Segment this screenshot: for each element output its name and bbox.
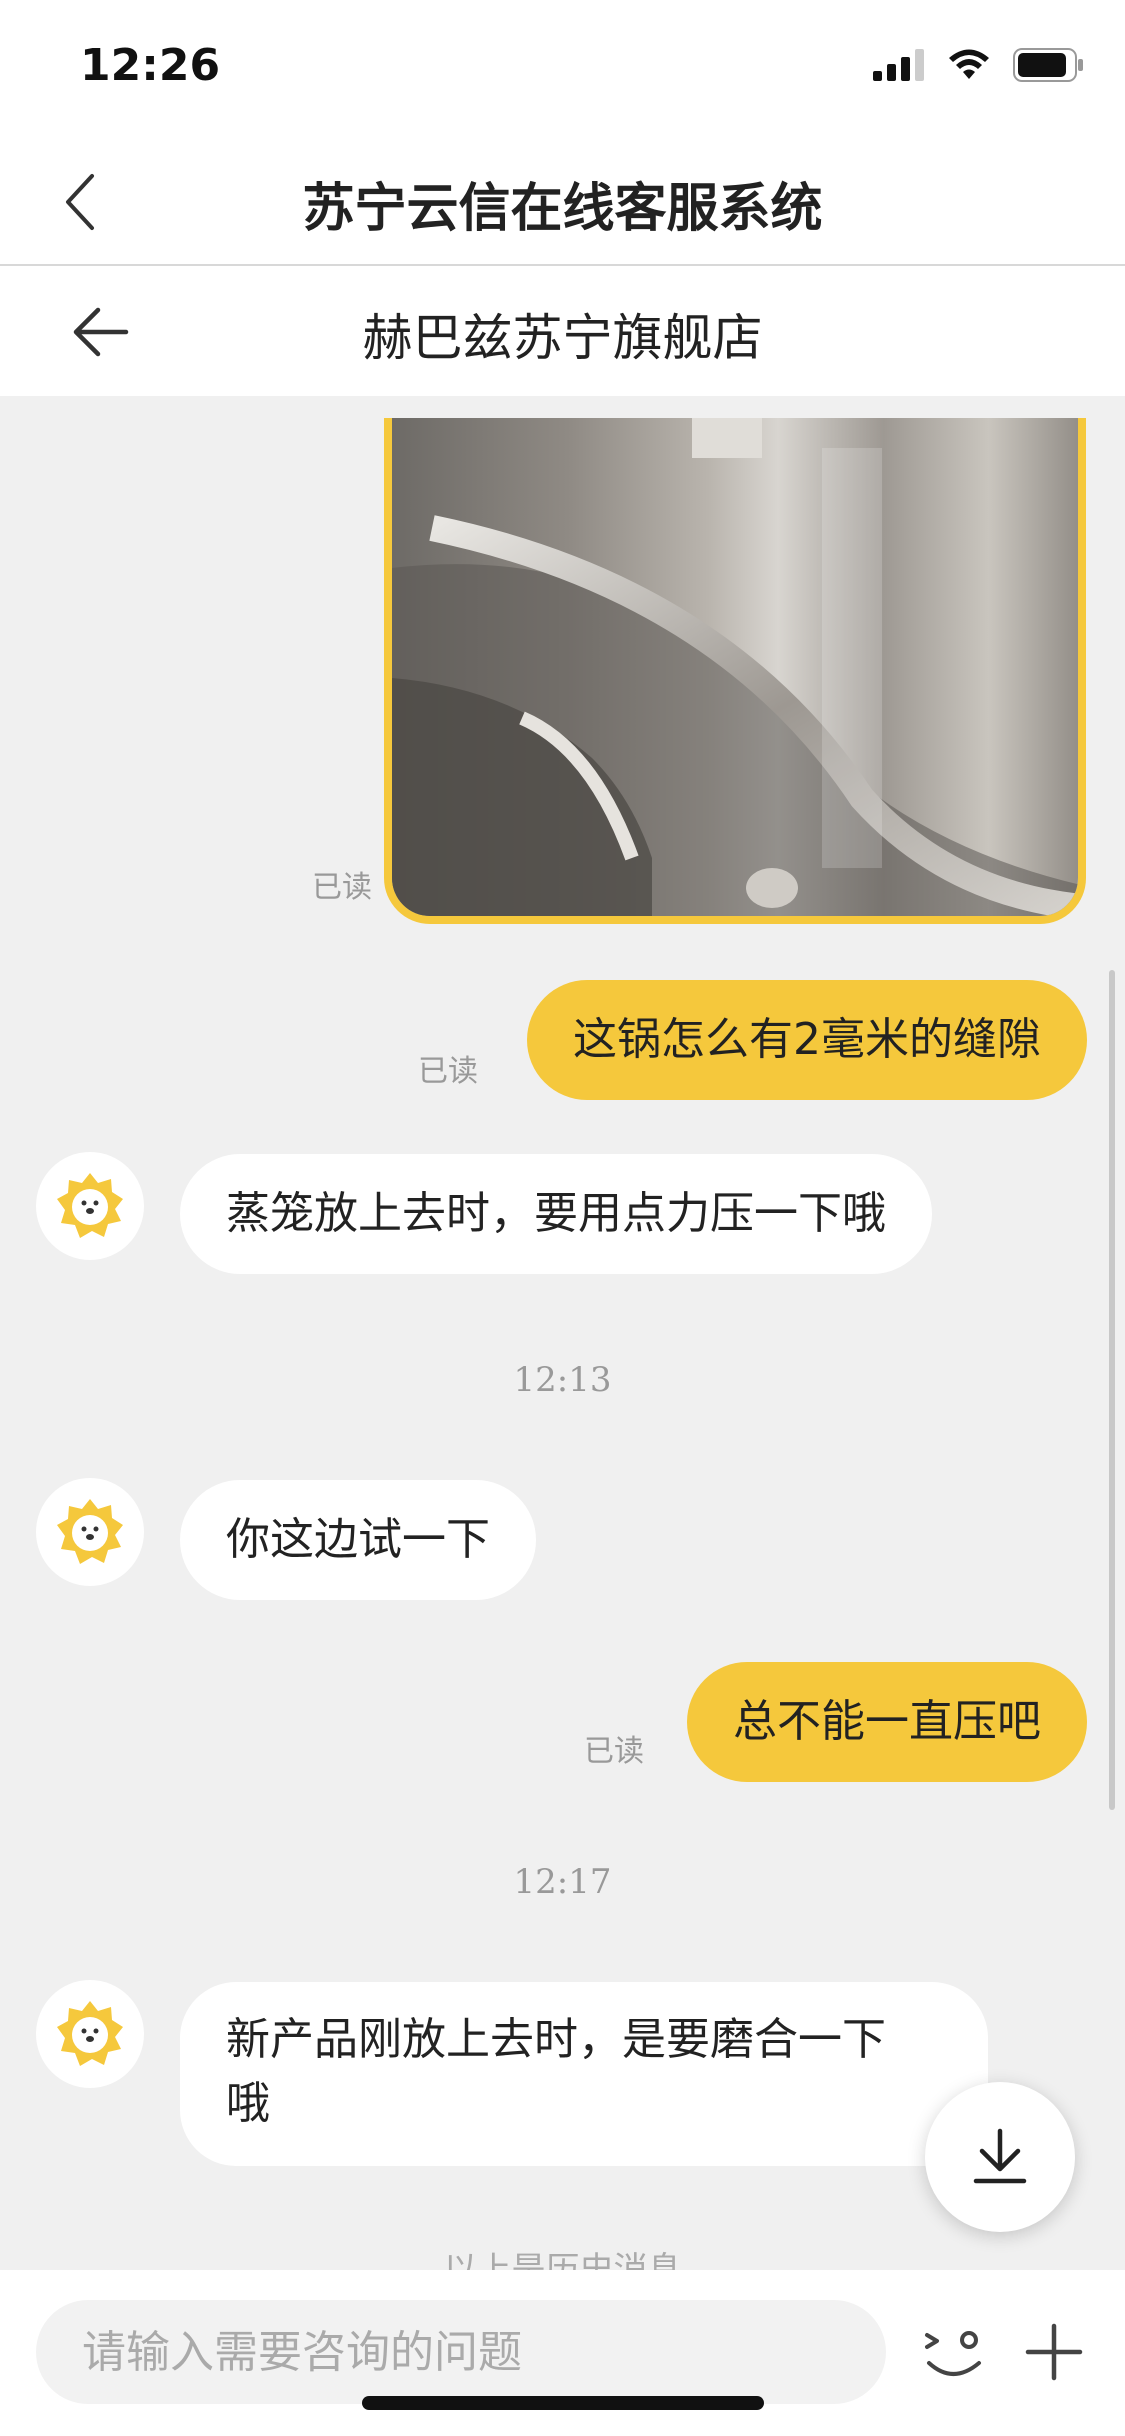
outgoing-message[interactable]: 这锅怎么有2毫米的缝隙 [527, 980, 1087, 1100]
lion-avatar-icon [57, 1173, 123, 1238]
status-bar: 12:26 [0, 0, 1125, 132]
read-status: 已读 [312, 870, 372, 905]
agent-avatar[interactable] [36, 1478, 144, 1586]
emoji-icon [925, 2331, 981, 2376]
read-status: 已读 [418, 1054, 478, 1089]
incoming-message[interactable]: 新产品刚放上去时，是要磨合一下 哦 [180, 1982, 988, 2166]
message-input[interactable] [36, 2300, 886, 2404]
outgoing-message[interactable]: 总不能一直压吧 [687, 1662, 1087, 1782]
battery-icon [1013, 48, 1083, 82]
message-line: 哦 [226, 2078, 270, 2129]
status-icons [873, 48, 1085, 82]
scroll-to-bottom-button[interactable] [925, 2082, 1075, 2232]
agent-avatar[interactable] [36, 1152, 144, 1260]
store-header: 赫巴兹苏宁旗舰店 [0, 266, 1125, 396]
message-timestamp: 12:13 [513, 1360, 612, 1400]
signal-icon [873, 49, 924, 81]
emoji-button[interactable] [912, 2310, 996, 2394]
page-title: 苏宁云信在线客服系统 [302, 179, 823, 239]
message-line: 新产品刚放上去时，是要磨合一下 [226, 2014, 886, 2065]
incoming-message[interactable]: 蒸笼放上去时，要用点力压一下哦 [180, 1154, 932, 1274]
home-indicator[interactable] [362, 2396, 764, 2410]
lion-avatar-icon [57, 1499, 123, 1564]
wifi-icon [949, 49, 989, 79]
scrollbar[interactable] [1109, 970, 1115, 1810]
history-note: 以上是历史消息 [443, 2250, 682, 2270]
read-status: 已读 [584, 1734, 644, 1769]
input-bar [0, 2270, 1125, 2436]
top-nav: 苏宁云信在线客服系统 [0, 132, 1125, 266]
chat-area[interactable]: 已读 已读 这锅怎么有2毫米的缝隙 蒸笼放上去时，要用点力压一下哦 12:13 … [0, 396, 1125, 2270]
plus-icon [1025, 2323, 1083, 2381]
download-icon [973, 2128, 1027, 2184]
lion-avatar-icon [57, 2001, 123, 2066]
incoming-message[interactable]: 你这边试一下 [180, 1480, 536, 1600]
more-button[interactable] [1012, 2310, 1096, 2394]
pot-photo [392, 418, 1078, 916]
image-message[interactable] [384, 418, 1086, 924]
agent-avatar[interactable] [36, 1980, 144, 2088]
store-name: 赫巴兹苏宁旗舰店 [362, 309, 763, 367]
message-timestamp: 12:17 [513, 1862, 612, 1902]
status-time: 12:26 [80, 40, 221, 91]
